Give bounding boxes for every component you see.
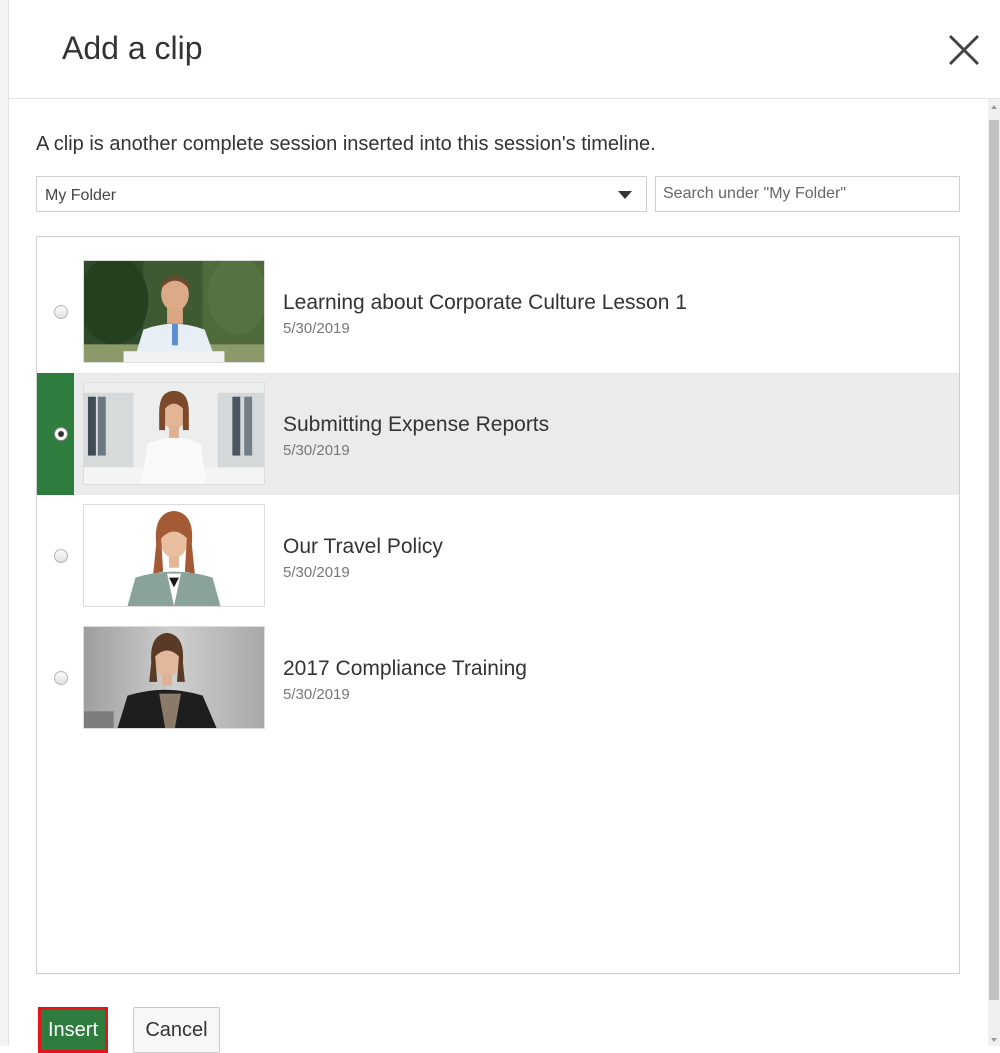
scrollbar-thumb[interactable] — [989, 120, 999, 1000]
dialog-title: Add a clip — [62, 30, 203, 66]
close-icon — [948, 34, 980, 66]
woman-dark-jacket-thumbnail-image — [84, 627, 264, 728]
window-left-edge — [0, 0, 9, 1046]
clip-title: Our Travel Policy — [283, 535, 443, 558]
woman-blazer-thumbnail-image — [84, 505, 264, 606]
clip-list: Learning about Corporate Culture Lesson … — [36, 236, 960, 974]
insert-button[interactable]: Insert — [38, 1007, 108, 1053]
dialog-body: A clip is another complete session inser… — [9, 99, 988, 1053]
clip-radio[interactable] — [54, 671, 68, 685]
clip-date: 5/30/2019 — [283, 442, 350, 459]
scroll-down-icon[interactable] — [991, 1038, 997, 1042]
clip-title: Learning about Corporate Culture Lesson … — [283, 291, 687, 314]
clip-radio-checked[interactable] — [54, 427, 68, 441]
clip-title: 2017 Compliance Training — [283, 657, 527, 680]
man-thumbnail-image — [84, 261, 264, 362]
clip-title: Submitting Expense Reports — [283, 413, 550, 436]
cancel-button[interactable]: Cancel — [133, 1007, 220, 1053]
clip-thumbnail — [83, 382, 265, 485]
folder-select[interactable]: My Folder — [36, 176, 647, 212]
vertical-scrollbar[interactable] — [988, 99, 1000, 1046]
close-button[interactable] — [946, 32, 982, 68]
dialog-header: Add a clip — [9, 0, 1000, 99]
clip-row[interactable]: Learning about Corporate Culture Lesson … — [37, 251, 959, 373]
clip-row[interactable]: 2017 Compliance Training 5/30/2019 — [37, 617, 959, 739]
clip-thumbnail — [83, 260, 265, 363]
woman-office-thumbnail-image — [84, 383, 264, 484]
clip-thumbnail — [83, 504, 265, 607]
clip-row-selected[interactable]: Submitting Expense Reports 5/30/2019 — [37, 373, 959, 495]
caret-down-icon — [618, 191, 632, 199]
clip-radio[interactable] — [54, 305, 68, 319]
clip-radio[interactable] — [54, 549, 68, 563]
dialog-description: A clip is another complete session inser… — [36, 133, 656, 155]
clip-date: 5/30/2019 — [283, 320, 350, 337]
scroll-up-icon[interactable] — [991, 105, 997, 109]
search-input[interactable] — [655, 176, 960, 212]
folder-select-value: My Folder — [45, 187, 117, 204]
clip-date: 5/30/2019 — [283, 686, 350, 703]
clip-date: 5/30/2019 — [283, 564, 350, 581]
clip-row[interactable]: Our Travel Policy 5/30/2019 — [37, 495, 959, 617]
clip-thumbnail — [83, 626, 265, 729]
